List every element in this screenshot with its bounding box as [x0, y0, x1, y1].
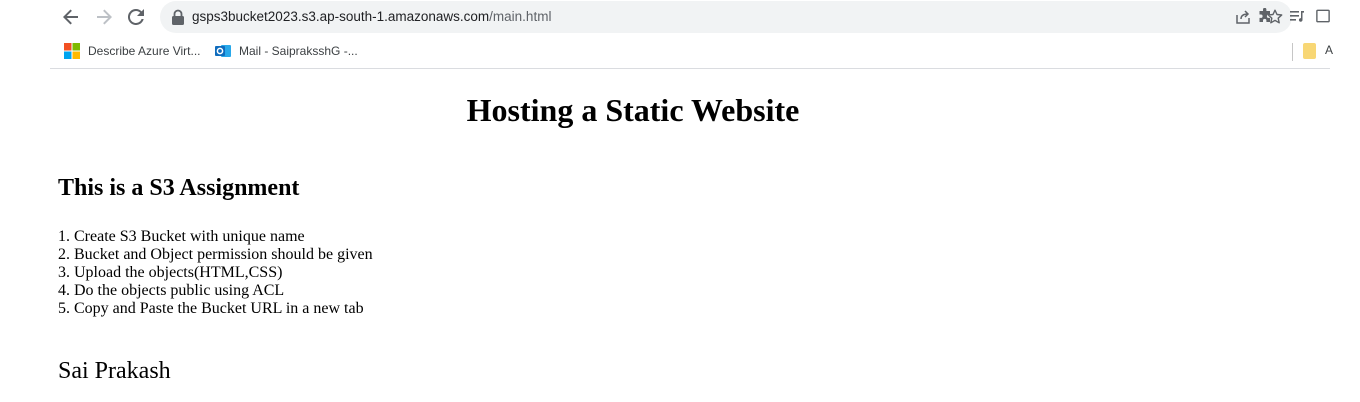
assignment-heading: This is a S3 Assignment: [58, 175, 300, 201]
url-path: /main.html: [489, 9, 552, 24]
page-title: Hosting a Static Website: [466, 92, 800, 128]
step-item: 3. Upload the objects(HTML,CSS): [58, 264, 283, 281]
bookmark-label: Mail - SaipraksshG -...: [239, 44, 358, 58]
lock-icon: [172, 9, 184, 25]
forward-arrow-icon: [97, 9, 112, 25]
step-item: 2. Bucket and Object permission should b…: [58, 246, 373, 263]
share-button[interactable]: [1234, 8, 1252, 26]
playlist-icon: [1290, 11, 1304, 22]
share-icon: [1236, 10, 1250, 24]
back-arrow-icon: [63, 9, 78, 25]
back-button[interactable]: [57, 3, 85, 31]
puzzle-icon: [1259, 8, 1270, 22]
bookmark-label: Describe Azure Virt...: [88, 44, 201, 58]
media-control-button[interactable]: [1288, 7, 1306, 25]
url-host: gsps3bucket2023.s3.ap-south-1.amazonaws.…: [192, 9, 490, 24]
forward-button[interactable]: [90, 3, 118, 31]
extensions-button[interactable]: [1256, 7, 1274, 25]
side-panel-button[interactable]: [1316, 7, 1330, 25]
outlook-icon: [215, 45, 231, 57]
bookmark-folder-label[interactable]: A: [1325, 43, 1333, 57]
address-bar[interactable]: gsps3bucket2023.s3.ap-south-1.amazonaws.…: [160, 1, 1292, 33]
author-name: Sai Prakash: [58, 358, 171, 384]
bookmark-item-azure[interactable]: Describe Azure Virt...: [64, 41, 201, 61]
bookmark-item-mail[interactable]: Mail - SaipraksshG -...: [215, 41, 358, 61]
step-item: 1. Create S3 Bucket with unique name: [58, 228, 305, 245]
step-item: 4. Do the objects public using ACL: [58, 282, 285, 299]
microsoft-icon: [64, 43, 80, 59]
reload-button[interactable]: [122, 3, 150, 31]
bookmark-separator: [1292, 43, 1293, 61]
steps-list: 1. Create S3 Bucket with unique name 2. …: [58, 228, 373, 318]
side-panel-icon: [1316, 9, 1330, 23]
reload-icon: [128, 9, 144, 25]
folder-icon[interactable]: [1303, 43, 1316, 59]
bookmarks-bar: Describe Azure Virt... Mail - Saiprakssh…: [50, 36, 1333, 69]
browser-toolbar: gsps3bucket2023.s3.ap-south-1.amazonaws.…: [50, 0, 1330, 33]
step-item: 5. Copy and Paste the Bucket URL in a ne…: [58, 300, 364, 317]
url-text[interactable]: gsps3bucket2023.s3.ap-south-1.amazonaws.…: [192, 1, 551, 33]
